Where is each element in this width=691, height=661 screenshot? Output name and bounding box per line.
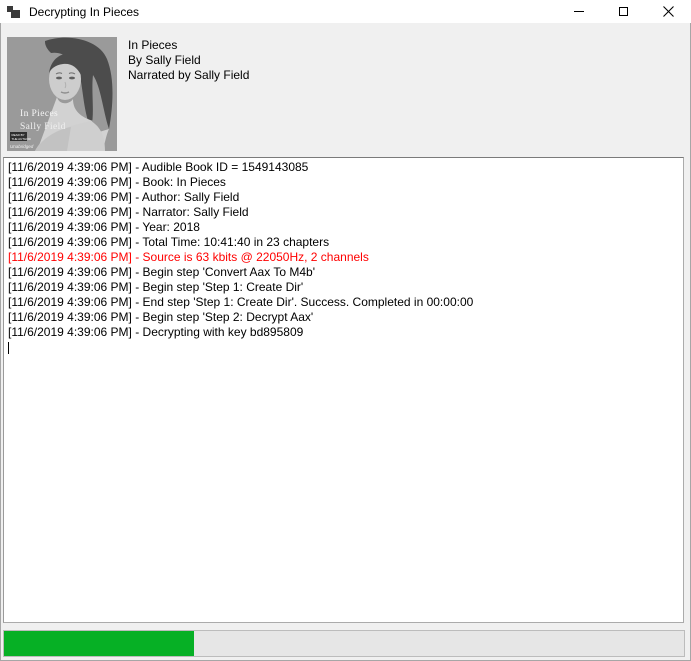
log-line: [11/6/2019 4:39:06 PM] - End step 'Step …: [8, 295, 679, 310]
progress-fill: [4, 631, 194, 656]
book-info: In Pieces By Sally Field Narrated by Sal…: [128, 38, 249, 83]
app-window: Decrypting In Pieces: [0, 0, 691, 661]
maximize-icon: [619, 7, 628, 16]
log-line: [11/6/2019 4:39:06 PM] - Begin step 'Ste…: [8, 280, 679, 295]
window-controls: [556, 0, 691, 23]
minimize-icon: [574, 11, 584, 12]
window-title: Decrypting In Pieces: [29, 5, 139, 19]
log-line: [11/6/2019 4:39:06 PM] - Begin step 'Con…: [8, 265, 679, 280]
log-line: [11/6/2019 4:39:06 PM] - Book: In Pieces: [8, 175, 679, 190]
log-line: [11/6/2019 4:39:06 PM] - Narrator: Sally…: [8, 205, 679, 220]
book-author: By Sally Field: [128, 53, 249, 68]
maximize-button[interactable]: [601, 0, 646, 23]
log-line: [11/6/2019 4:39:06 PM] - Author: Sally F…: [8, 190, 679, 205]
log-line: [11/6/2019 4:39:06 PM] - Source is 63 kb…: [8, 250, 679, 265]
title-bar: Decrypting In Pieces: [0, 0, 691, 23]
log-line: [11/6/2019 4:39:06 PM] - Year: 2018: [8, 220, 679, 235]
cover-badge-line2: THE AUTHOR: [12, 137, 32, 141]
cover-title-text: In Pieces: [20, 109, 58, 119]
log-line: [11/6/2019 4:39:06 PM] - Begin step 'Ste…: [8, 310, 679, 325]
book-cover-image: In Pieces Sally Field READ BY THE AUTHOR…: [7, 37, 117, 151]
log-line: [11/6/2019 4:39:06 PM] - Audible Book ID…: [8, 160, 679, 175]
log-line: [11/6/2019 4:39:06 PM] - Decrypting with…: [8, 325, 679, 340]
cover-author-text: Sally Field: [20, 122, 66, 132]
log-textbox[interactable]: [11/6/2019 4:39:06 PM] - Audible Book ID…: [3, 157, 684, 623]
close-icon: [663, 6, 674, 17]
minimize-button[interactable]: [556, 0, 601, 23]
log-line: [11/6/2019 4:39:06 PM] - Total Time: 10:…: [8, 235, 679, 250]
app-icon: [7, 5, 21, 19]
log-lines: [11/6/2019 4:39:06 PM] - Audible Book ID…: [8, 160, 679, 340]
text-caret: [8, 342, 9, 354]
book-narrator: Narrated by Sally Field: [128, 68, 249, 83]
book-title: In Pieces: [128, 38, 249, 53]
close-button[interactable]: [646, 0, 691, 23]
progress-bar: [3, 630, 685, 657]
cover-unabridged-text: Unabridged: [10, 144, 34, 149]
